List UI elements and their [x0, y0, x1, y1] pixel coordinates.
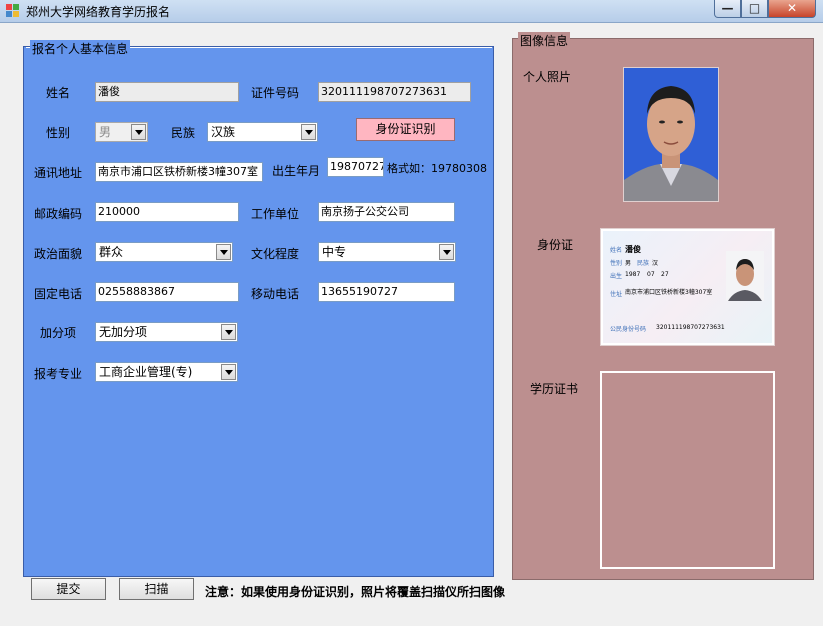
close-button[interactable]: ✕ — [768, 0, 816, 18]
gender-value: 男 — [99, 125, 112, 139]
idcard-gender: 男 — [625, 260, 632, 267]
idcard-name: 潘俊 — [625, 245, 641, 254]
idcard-day: 27 — [661, 271, 669, 278]
name-label: 姓名 — [46, 86, 71, 100]
name-field[interactable]: 潘俊 — [95, 82, 239, 102]
employer-label: 工作单位 — [251, 207, 300, 221]
diploma-image-slot[interactable] — [600, 371, 775, 569]
ethnicity-label: 民族 — [171, 126, 196, 140]
idcard-number-key: 公民身份号码 — [610, 326, 647, 333]
diploma-label: 学历证书 — [530, 382, 579, 396]
mobile-label: 移动电话 — [251, 287, 300, 301]
postcode-field[interactable]: 210000 — [95, 202, 239, 222]
minimize-button[interactable]: — — [714, 0, 741, 18]
employer-field[interactable]: 南京扬子公交公司 — [318, 202, 455, 222]
chevron-down-icon — [439, 244, 454, 260]
personal-photo[interactable] — [623, 67, 719, 202]
major-select[interactable]: 工商企业管理(专) — [95, 362, 238, 382]
bonus-label: 加分项 — [40, 326, 77, 340]
image-info-title: 图像信息 — [518, 32, 571, 49]
app-icon — [6, 4, 19, 17]
ethnicity-select[interactable]: 汉族 — [207, 122, 318, 142]
id-recognize-button[interactable]: 身份证识别 — [356, 118, 455, 141]
idcard-nation-key: 民族 — [637, 260, 650, 267]
chevron-down-icon — [216, 244, 231, 260]
chevron-down-icon — [221, 364, 236, 380]
major-value: 工商企业管理(专) — [99, 365, 193, 379]
person-photo-image — [624, 68, 718, 201]
birth-label: 出生年月 — [272, 164, 321, 178]
phone-field[interactable]: 02558883867 — [95, 282, 239, 302]
photo-label: 个人照片 — [523, 70, 572, 84]
window-title: 郑州大学网络教育学历报名 — [26, 5, 171, 19]
birth-field[interactable]: 19870727 — [327, 157, 384, 177]
chevron-down-icon — [131, 124, 146, 140]
idcard-label: 身份证 — [537, 238, 574, 252]
personal-info-title: 报名个人基本信息 — [30, 40, 131, 57]
political-label: 政治面貌 — [34, 247, 83, 261]
political-value: 群众 — [99, 245, 124, 259]
id-number-field[interactable]: 320111198707273631 — [318, 82, 471, 102]
bonus-value: 无加分项 — [99, 325, 148, 339]
address-label: 通讯地址 — [34, 166, 83, 180]
political-select[interactable]: 群众 — [95, 242, 233, 262]
idcard-address: 南京市浦口区铁桥新楼3幢307室 — [625, 289, 713, 296]
scan-button[interactable]: 扫描 — [119, 578, 194, 600]
education-label: 文化程度 — [251, 247, 300, 261]
chevron-down-icon — [221, 324, 236, 340]
maximize-button[interactable]: □ — [741, 0, 768, 18]
idcard-gender-key: 性别 — [610, 260, 623, 267]
gender-label: 性别 — [46, 126, 71, 140]
bonus-select[interactable]: 无加分项 — [95, 322, 238, 342]
gender-select[interactable]: 男 — [95, 122, 148, 142]
idcard-number: 320111198707273631 — [656, 324, 725, 331]
mobile-field[interactable]: 13655190727 — [318, 282, 455, 302]
submit-button[interactable]: 提交 — [31, 578, 106, 600]
idcard-image[interactable]: 姓名 潘俊 性别 男 民族 汉 出生 1987 07 27 住址 南京市浦口区铁… — [600, 228, 775, 346]
ethnicity-value: 汉族 — [211, 125, 236, 139]
postcode-label: 邮政编码 — [34, 207, 83, 221]
idcard-portrait — [726, 251, 764, 301]
chevron-down-icon — [301, 124, 316, 140]
phone-label: 固定电话 — [34, 287, 83, 301]
idcard-year: 1987 — [625, 271, 641, 278]
birth-format-hint: 格式如：19780308 — [387, 162, 487, 175]
note-text: 注意：如果使用身份证识别，照片将覆盖扫描仪所扫图像 — [205, 585, 506, 599]
address-field[interactable]: 南京市浦口区铁桥新楼3幢307室 — [95, 162, 263, 182]
major-label: 报考专业 — [34, 367, 83, 381]
education-value: 中专 — [322, 245, 347, 259]
idcard-name-key: 姓名 — [610, 247, 623, 254]
id-number-label: 证件号码 — [251, 86, 300, 100]
idcard-month: 07 — [647, 271, 655, 278]
idcard-birth-key: 出生 — [610, 273, 623, 280]
idcard-nation: 汉 — [652, 260, 659, 267]
idcard-address-key: 住址 — [610, 291, 623, 298]
education-select[interactable]: 中专 — [318, 242, 456, 262]
